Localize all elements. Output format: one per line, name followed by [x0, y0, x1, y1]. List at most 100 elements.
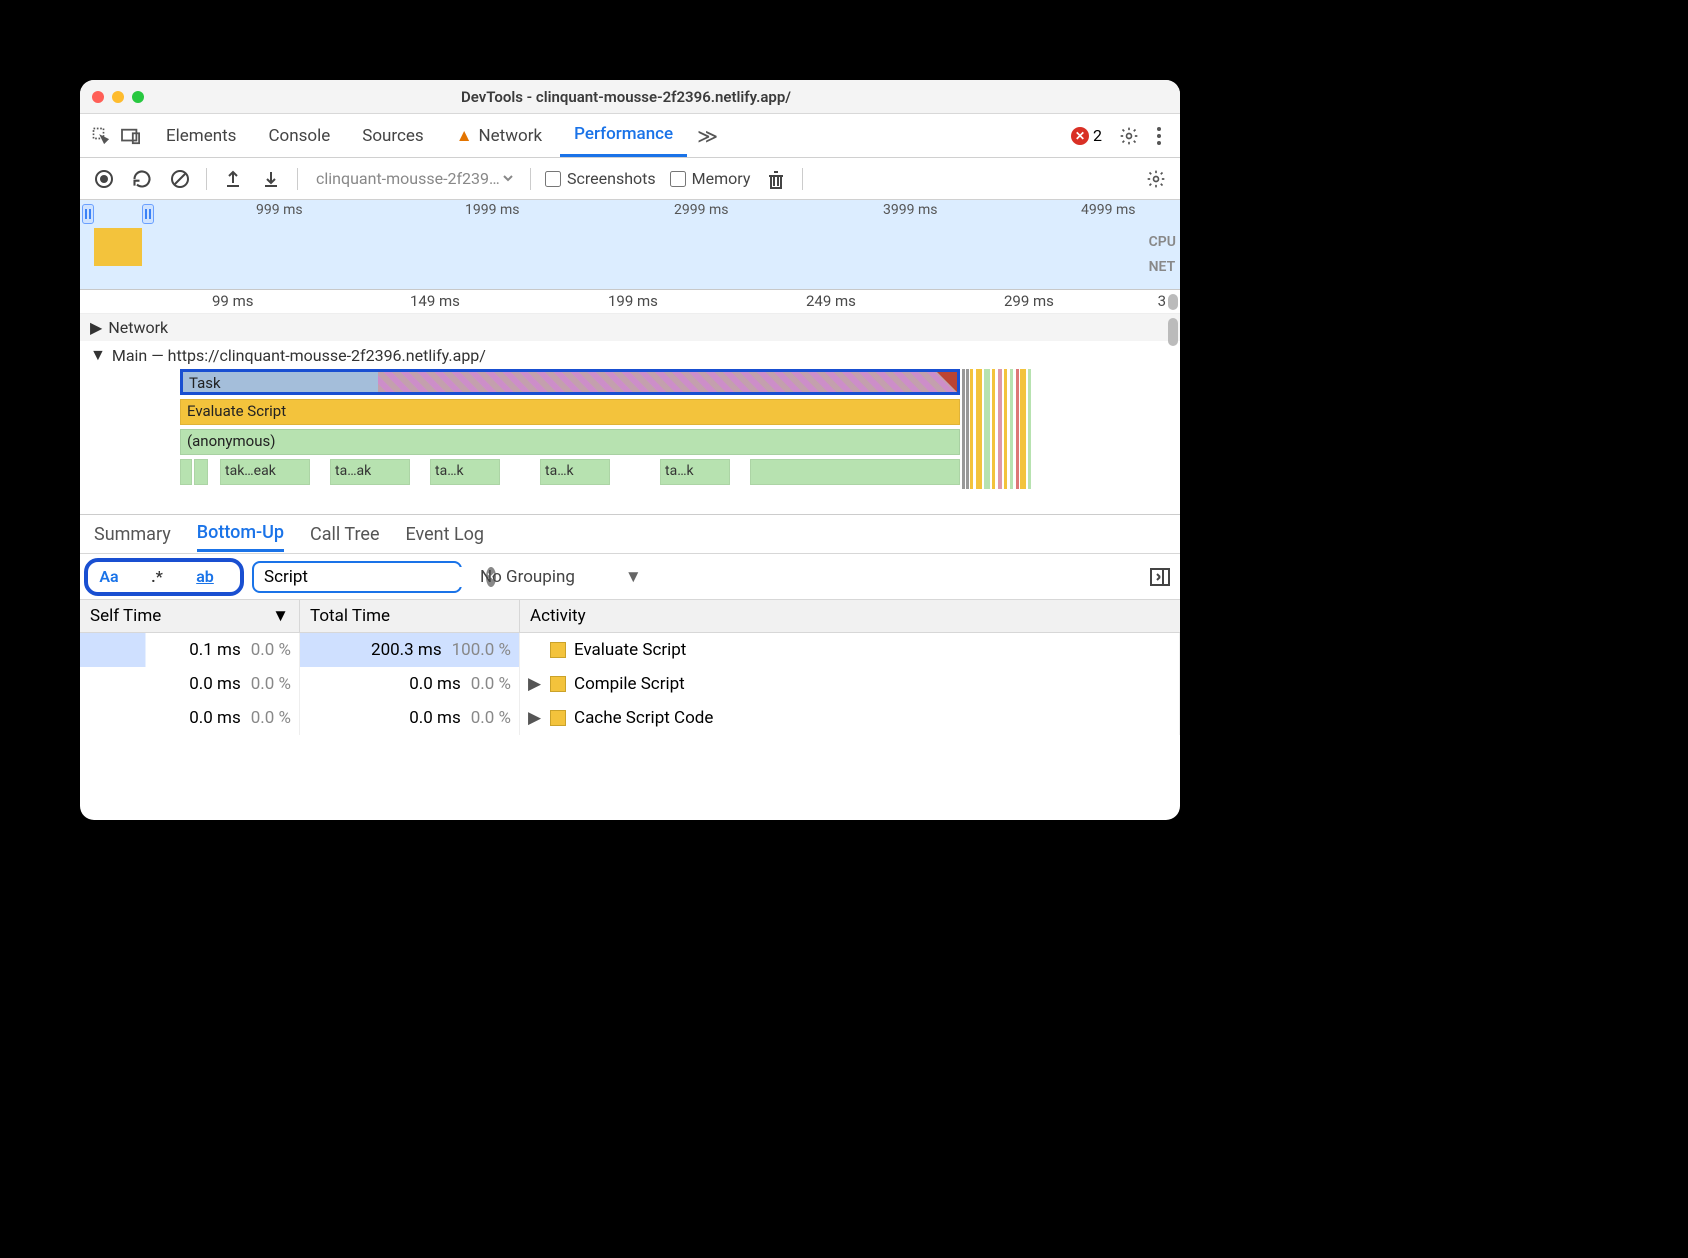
network-track-header[interactable]: ▶ Network: [80, 314, 1180, 341]
maximize-button[interactable]: [132, 91, 144, 103]
self-ms: 0.0 ms: [189, 708, 241, 728]
table-header: Self Time▼ Total Time Activity: [80, 600, 1180, 633]
self-pct: 0.0 %: [251, 640, 291, 660]
chevron-down-icon: ▼: [625, 567, 642, 587]
activity-name: Compile Script: [574, 674, 685, 694]
match-case-button[interactable]: Aa: [94, 567, 124, 586]
tab-network[interactable]: ▲ Network: [442, 114, 556, 157]
minimize-button[interactable]: [112, 91, 124, 103]
network-track-label: Network: [108, 318, 168, 337]
reload-record-button[interactable]: [130, 167, 154, 191]
long-task-corner-icon: [937, 372, 957, 392]
overview-handle-left[interactable]: [82, 204, 94, 224]
activity-name: Cache Script Code: [574, 708, 713, 728]
titlebar: DevTools - clinquant-mousse-2f2396.netli…: [80, 80, 1180, 114]
long-task-indicator: [378, 372, 957, 392]
table-row[interactable]: 0.1 ms0.0 % 200.3 ms100.0 % Evaluate Scr…: [80, 633, 1180, 667]
tab-performance[interactable]: Performance: [560, 114, 687, 157]
overview-tick: 1999 ms: [465, 202, 519, 218]
leaf-bar[interactable]: [750, 459, 960, 485]
error-count-badge[interactable]: ✕ 2: [1071, 126, 1102, 145]
download-profile-icon[interactable]: [259, 167, 283, 191]
col-self-time[interactable]: Self Time▼: [80, 600, 300, 632]
capture-settings-icon[interactable]: [1144, 167, 1168, 191]
kebab-menu-icon[interactable]: [1146, 123, 1172, 149]
col-total-time[interactable]: Total Time: [300, 600, 520, 632]
whole-word-button[interactable]: ab: [190, 567, 220, 586]
screenshots-checkbox[interactable]: Screenshots: [545, 169, 656, 188]
filter-input[interactable]: [264, 567, 486, 587]
warning-icon: ▲: [456, 126, 473, 146]
tab-elements[interactable]: Elements: [152, 114, 250, 157]
total-ms: 0.0 ms: [409, 674, 461, 694]
tab-summary[interactable]: Summary: [94, 518, 171, 551]
table-row[interactable]: 0.0 ms0.0 % 0.0 ms0.0 % ▶Cache Script Co…: [80, 701, 1180, 735]
expand-icon: ▶: [90, 318, 102, 337]
task-label: Task: [189, 374, 221, 392]
tab-call-tree[interactable]: Call Tree: [310, 518, 379, 551]
total-ms: 0.0 ms: [409, 708, 461, 728]
main-track-label: Main — https://clinquant-mousse-2f2396.n…: [112, 346, 486, 365]
tab-network-label: Network: [479, 126, 543, 146]
close-button[interactable]: [92, 91, 104, 103]
details-tabs: Summary Bottom-Up Call Tree Event Log: [80, 514, 1180, 554]
window-title: DevTools - clinquant-mousse-2f2396.netli…: [144, 88, 1108, 106]
self-ms: 0.1 ms: [189, 640, 241, 660]
record-button[interactable]: [92, 167, 116, 191]
flame-chart-area[interactable]: ▶ Network ▼ Main — https://clinquant-mou…: [80, 314, 1180, 514]
regex-button[interactable]: .*: [142, 567, 172, 586]
leaf-bar[interactable]: [180, 459, 192, 485]
overview-activity: [94, 228, 142, 266]
grouping-selector[interactable]: No Grouping ▼: [472, 567, 650, 587]
leaf-bar[interactable]: ta…k: [540, 459, 610, 485]
scroll-thumb[interactable]: [1168, 318, 1178, 346]
expand-icon[interactable]: ▶: [528, 708, 542, 728]
table-row[interactable]: 0.0 ms0.0 % 0.0 ms0.0 % ▶Compile Script: [80, 667, 1180, 701]
leaf-bar[interactable]: ta…k: [660, 459, 730, 485]
memory-checkbox[interactable]: Memory: [670, 169, 751, 188]
tab-event-log[interactable]: Event Log: [406, 518, 485, 551]
more-tabs-button[interactable]: ≫: [691, 124, 724, 148]
leaf-bar[interactable]: ta…ak: [330, 459, 410, 485]
table-body: 0.1 ms0.0 % 200.3 ms100.0 % Evaluate Scr…: [80, 633, 1180, 735]
leaf-bar[interactable]: [194, 459, 208, 485]
upload-profile-icon[interactable]: [221, 167, 245, 191]
leaf-bar[interactable]: tak…eak: [220, 459, 310, 485]
overview-handle-right[interactable]: [142, 204, 154, 224]
overview-cpu-label: CPU: [1149, 230, 1176, 255]
expand-icon[interactable]: ▶: [528, 674, 542, 694]
flame-tail: [962, 369, 1072, 489]
evaluate-script-bar[interactable]: Evaluate Script: [180, 399, 960, 425]
ruler-tick: 199 ms: [608, 292, 658, 310]
settings-icon[interactable]: [1116, 123, 1142, 149]
task-bar[interactable]: Task: [180, 369, 960, 395]
grouping-label: No Grouping: [480, 567, 575, 587]
tab-console[interactable]: Console: [254, 114, 344, 157]
bottom-up-table: Self Time▼ Total Time Activity 0.1 ms 0.0…: [80, 600, 1180, 820]
timeline-ruler[interactable]: 99 ms 149 ms 199 ms 249 ms 299 ms 3: [80, 290, 1180, 314]
anonymous-bar[interactable]: (anonymous): [180, 429, 960, 455]
devtools-main-tabs: Elements Console Sources ▲ Network Perfo…: [80, 114, 1180, 158]
overview-tick: 3999 ms: [883, 202, 937, 218]
scroll-thumb[interactable]: [1168, 294, 1178, 310]
overview-tick: 2999 ms: [674, 202, 728, 218]
overview-net-label: NET: [1149, 255, 1176, 280]
leaf-bar[interactable]: ta…k: [430, 459, 500, 485]
col-activity[interactable]: Activity: [520, 600, 1180, 632]
device-toolbar-icon[interactable]: [118, 123, 144, 149]
tab-bottom-up[interactable]: Bottom-Up: [197, 516, 284, 552]
ruler-tick: 249 ms: [806, 292, 856, 310]
recording-selector[interactable]: clinquant-mousse-2f239…: [312, 168, 516, 189]
overview-strip[interactable]: 999 ms 1999 ms 2999 ms 3999 ms 4999 ms C…: [80, 200, 1180, 290]
color-swatch: [550, 676, 566, 692]
inspect-element-icon[interactable]: [88, 123, 114, 149]
toggle-sidebar-icon[interactable]: [1150, 568, 1170, 586]
sort-desc-icon: ▼: [272, 606, 289, 626]
tab-sources[interactable]: Sources: [348, 114, 437, 157]
clear-button[interactable]: [168, 167, 192, 191]
ruler-tick: 149 ms: [410, 292, 460, 310]
filter-input-wrapper: ✕: [252, 561, 462, 593]
total-pct: 100.0 %: [452, 640, 511, 660]
garbage-collect-icon[interactable]: [764, 167, 788, 191]
main-track-header[interactable]: ▼ Main — https://clinquant-mousse-2f2396…: [80, 341, 1180, 369]
